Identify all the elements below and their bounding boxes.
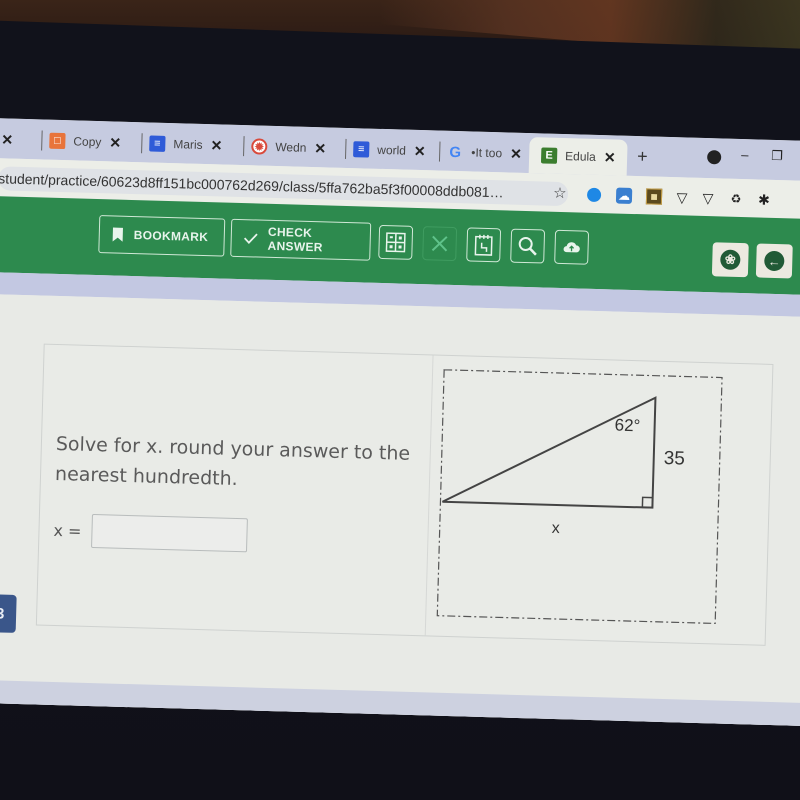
minimize-button[interactable]: – — [741, 147, 749, 162]
triangle-figure: 62° 35 x — [433, 366, 766, 637]
classroom-icon[interactable]: ■ — [645, 188, 663, 205]
bookmark-icon — [112, 227, 123, 242]
tab-label: •It too — [471, 145, 503, 161]
tab-close-icon[interactable]: ✕ — [1, 131, 13, 148]
url-text: student/practice/60623d8ff151bc000762d26… — [0, 170, 504, 201]
bookmark-label: BOOKMARK — [133, 228, 209, 245]
vpn-icon[interactable]: ▽ — [674, 189, 690, 205]
edulastic-icon: E — [540, 147, 558, 164]
angle-label: 62° — [614, 416, 640, 436]
answer-row: x = — [53, 513, 248, 553]
tab-separator — [344, 138, 347, 159]
tab-0[interactable]: ✕ — [1, 126, 13, 152]
bookmark-star-icon[interactable]: ☆ — [553, 184, 567, 202]
tab-separator — [438, 141, 441, 162]
accessibility-icon: ❀ — [720, 249, 741, 271]
tab-close-icon[interactable]: ✕ — [109, 134, 121, 151]
crossout-button[interactable] — [422, 226, 458, 262]
checkmark-icon — [243, 233, 258, 244]
back-button[interactable]: ← — [755, 243, 793, 279]
question-prompt: Solve for x. round your answer to the ne… — [54, 432, 411, 491]
docs-icon: ≡ — [149, 135, 166, 152]
cloud-upload-icon — [563, 242, 580, 253]
tab-label: Wedn — [275, 139, 307, 155]
tab-copy[interactable]: □ Copy ✕ — [41, 128, 121, 156]
calculator-icon — [385, 232, 406, 253]
tab-label: Copy — [73, 134, 102, 150]
restore-button[interactable]: ❐ — [771, 148, 783, 164]
answer-input[interactable] — [91, 514, 248, 553]
question-card: Solve for x. round your answer to the ne… — [35, 343, 774, 646]
unknown-side-label: x — [552, 520, 560, 537]
tab-label: world — [377, 142, 407, 158]
docs-icon: ≡ — [353, 141, 370, 158]
slides-icon: □ — [49, 132, 66, 150]
answer-label: x = — [53, 520, 82, 541]
tab-separator — [41, 130, 43, 151]
column-divider — [424, 355, 434, 636]
tab-close-icon[interactable]: ✕ — [210, 137, 222, 154]
vpn-icon[interactable]: ▽ — [700, 189, 716, 206]
calculator-button[interactable] — [378, 224, 414, 260]
blue-circle-icon[interactable] — [586, 187, 602, 203]
right-triangle — [442, 396, 657, 509]
scratchpad-button[interactable] — [466, 227, 502, 263]
accessibility-button[interactable]: ❀ — [711, 242, 749, 278]
tab-close-icon[interactable]: ✕ — [314, 140, 326, 157]
notepad-icon — [474, 234, 493, 256]
new-tab-button[interactable]: + — [637, 146, 648, 167]
bookmark-button[interactable]: BOOKMARK — [98, 215, 226, 257]
puzzle-icon[interactable]: ✱ — [756, 191, 772, 207]
tab-label: Edula — [564, 149, 597, 164]
tab-separator — [141, 133, 143, 154]
tab-maris[interactable]: ≡ Maris ✕ — [141, 130, 223, 158]
browser-screen: ✕ □ Copy ✕ ≡ Maris ✕ ✹ Wedn ✕ ≡ world ✕ — [0, 118, 800, 726]
check-answer-button[interactable]: CHECK ANSWER — [230, 218, 372, 261]
tab-close-icon[interactable]: ✕ — [604, 149, 616, 166]
tab-edulastic-active[interactable]: E Edula ✕ — [528, 137, 629, 176]
back-arrow-icon: ← — [764, 250, 785, 272]
tab-close-icon[interactable]: ✕ — [414, 142, 426, 159]
figure-bounding-box — [436, 369, 723, 625]
profile-icon[interactable] — [706, 150, 722, 165]
save-cloud-button[interactable] — [554, 229, 590, 265]
cloud-icon[interactable]: ☁ — [615, 187, 633, 204]
tab-close-icon[interactable]: ✕ — [510, 145, 522, 162]
question-number-badge[interactable]: 3 — [0, 593, 17, 633]
side-label: 35 — [663, 448, 685, 470]
tab-wedn[interactable]: ✹ Wedn ✕ — [243, 133, 327, 161]
tab-label: Maris — [173, 137, 203, 152]
close-icon — [431, 235, 448, 252]
question-area: Solve for x. round your answer to the ne… — [0, 293, 800, 726]
magnifier-icon — [518, 237, 537, 256]
tab-separator — [243, 136, 245, 157]
magnifier-button[interactable] — [510, 228, 546, 264]
google-icon: G — [449, 143, 462, 161]
tab-world[interactable]: ≡ world ✕ — [344, 136, 426, 164]
tab-google[interactable]: G •It too ✕ — [438, 139, 522, 167]
canvas-icon: ✹ — [251, 138, 268, 155]
right-angle-marker — [641, 496, 654, 509]
check-answer-label: CHECK ANSWER — [267, 224, 323, 255]
lock-icon[interactable]: ♻ — [728, 191, 744, 207]
